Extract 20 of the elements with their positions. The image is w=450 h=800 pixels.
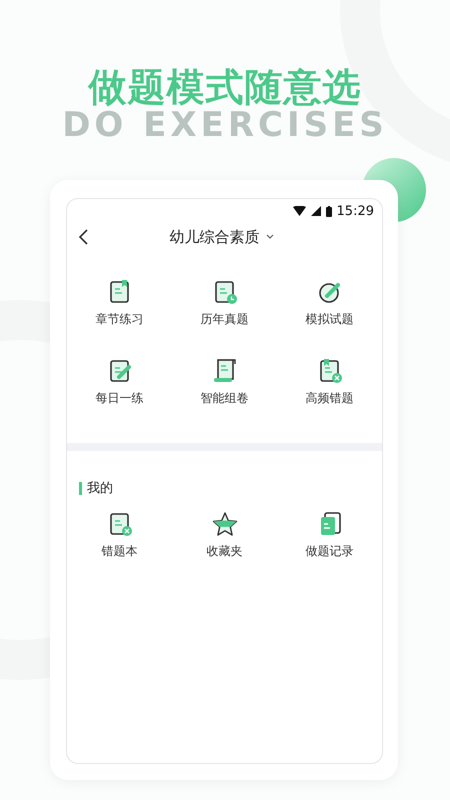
battery-icon — [326, 206, 332, 216]
subject-dropdown[interactable]: 幼儿综合素质 — [91, 226, 352, 248]
section-title: 我的 — [87, 480, 113, 497]
wifi-icon — [292, 206, 306, 216]
mode-button[interactable]: 每日一练 — [67, 358, 172, 407]
headline: 做题模式随意选 — [88, 66, 362, 108]
mode-button[interactable]: 模拟试题 — [277, 279, 382, 328]
mode-button[interactable]: 高频错题 — [277, 358, 382, 407]
mode-button[interactable]: 智能组卷 — [172, 358, 277, 407]
mode-button[interactable]: 章节练习 — [67, 279, 172, 328]
scroll-icon — [212, 358, 238, 384]
chevron-down-icon — [266, 234, 274, 240]
shortcut-button[interactable]: 做题记录 — [277, 511, 382, 560]
shortcut-button[interactable]: 收藏夹 — [172, 511, 277, 560]
mode-button[interactable]: 历年真题 — [172, 279, 277, 328]
star-icon — [212, 511, 238, 537]
backdrop-text: DO EXERCISES — [62, 108, 388, 142]
shortcut-button[interactable]: 错题本 — [67, 511, 172, 560]
signal-icon — [310, 206, 321, 216]
status-time: 15:29 — [336, 204, 374, 218]
